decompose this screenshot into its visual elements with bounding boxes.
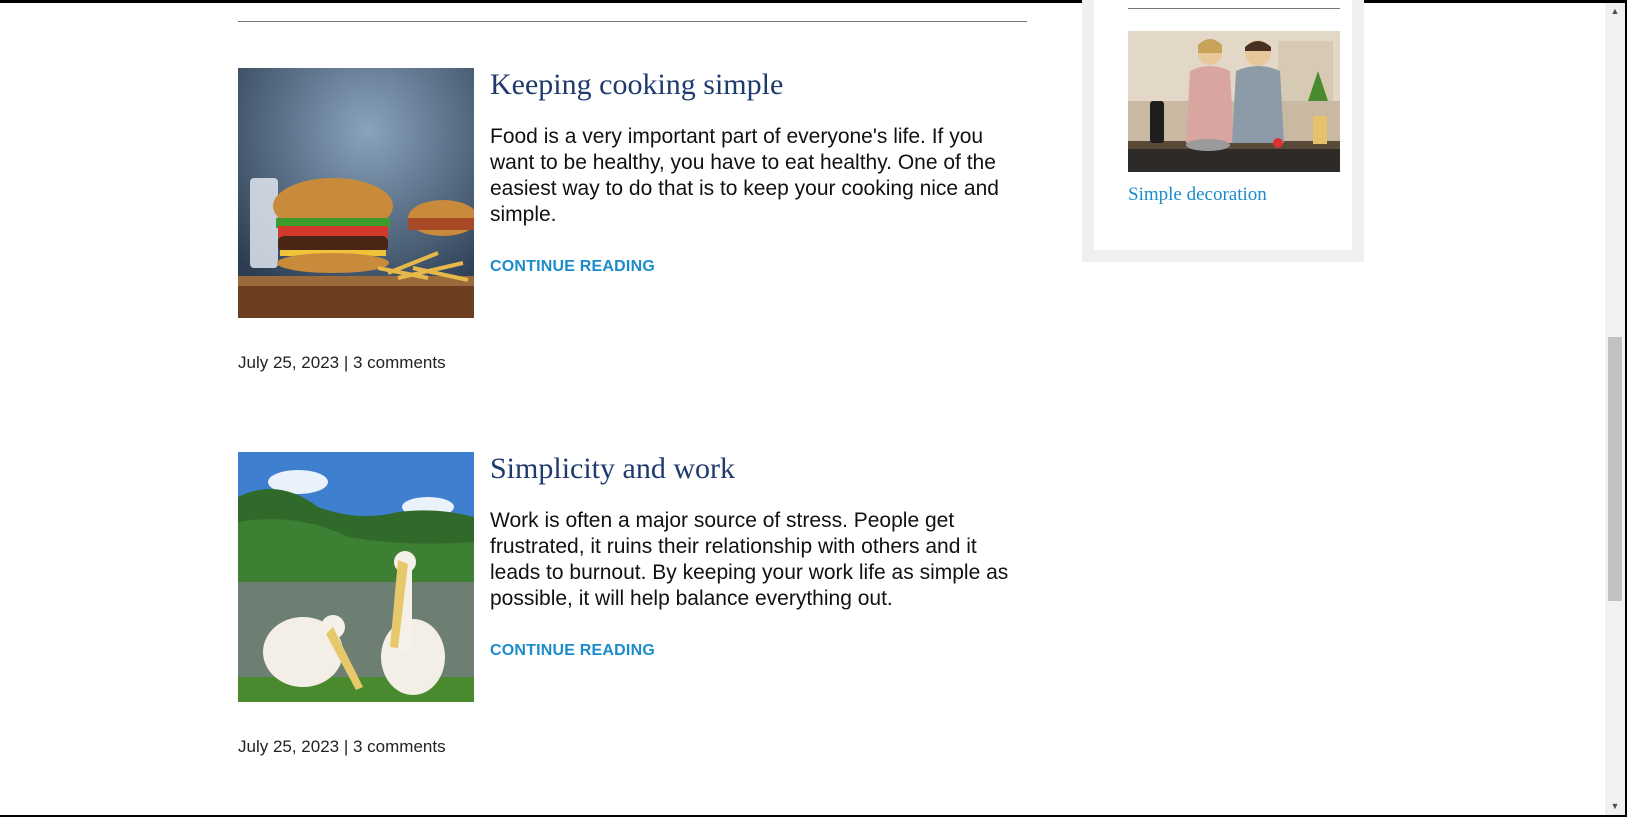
continue-reading-link[interactable]: CONTINUE READING bbox=[490, 258, 655, 276]
post-meta: July 25, 2023 | 3 comments bbox=[238, 737, 446, 756]
kitchen-couple-image bbox=[1128, 31, 1340, 172]
main-divider bbox=[238, 21, 1027, 22]
sidebar-link-simple-decoration[interactable]: Simple decoration bbox=[1128, 184, 1267, 206]
post-meta: July 25, 2023 | 3 comments bbox=[238, 353, 446, 372]
sidebar-thumbnail-kitchen[interactable] bbox=[1128, 31, 1340, 172]
post-title[interactable]: Simplicity and work bbox=[490, 452, 735, 486]
post-excerpt: Food is a very important part of everyon… bbox=[490, 125, 999, 226]
scrollbar-thumb[interactable] bbox=[1608, 337, 1622, 601]
window-top-edge bbox=[0, 0, 1627, 3]
scroll-up-arrow-icon[interactable]: ▲ bbox=[1605, 3, 1625, 20]
pelicans-image bbox=[238, 452, 474, 702]
continue-reading-link[interactable]: CONTINUE READING bbox=[490, 642, 655, 660]
burger-image bbox=[238, 68, 474, 318]
post-thumbnail-pelicans[interactable] bbox=[238, 452, 474, 702]
vertical-scrollbar[interactable]: ▲ ▼ bbox=[1605, 3, 1625, 815]
sidebar-card: Simple decoration bbox=[1094, 0, 1352, 250]
post-thumbnail-burger[interactable] bbox=[238, 68, 474, 318]
post-title[interactable]: Keeping cooking simple bbox=[490, 68, 783, 102]
sidebar-divider bbox=[1128, 8, 1340, 9]
post-excerpt: Work is often a major source of stress. … bbox=[490, 509, 1009, 610]
sidebar-widget: Simple decoration bbox=[1082, 0, 1364, 262]
scroll-down-arrow-icon[interactable]: ▼ bbox=[1605, 798, 1625, 815]
